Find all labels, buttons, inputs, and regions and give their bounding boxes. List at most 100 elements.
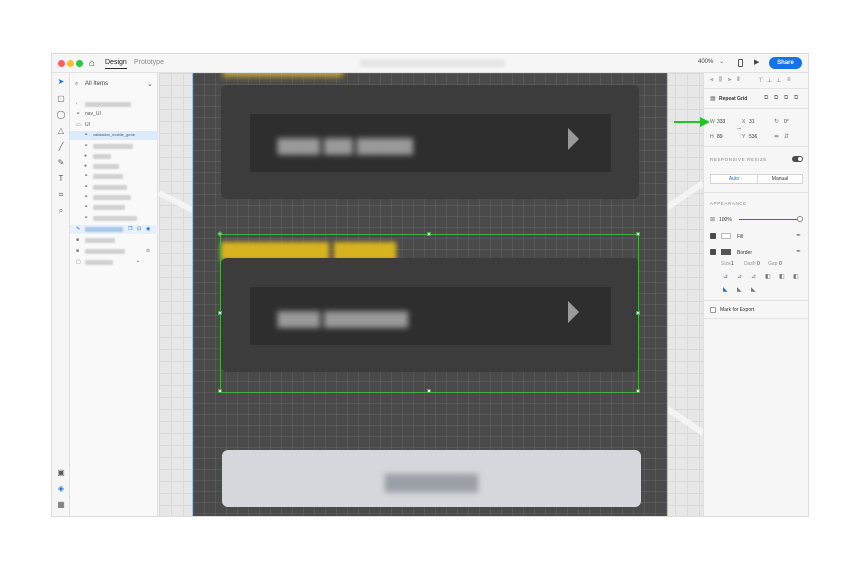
assets-icon[interactable]: ▣ [56, 468, 66, 478]
lock-icon[interactable]: ▪ [137, 259, 139, 265]
cap-round-icon[interactable]: ◣ [737, 286, 742, 293]
pen-tool-icon[interactable]: ✎ [56, 158, 66, 168]
resize-handle[interactable] [636, 389, 640, 393]
slider-thumb[interactable] [797, 216, 803, 222]
resize-auto-button[interactable]: Auto [711, 175, 757, 183]
tab-design[interactable]: Design [105, 58, 127, 69]
resize-manual-button[interactable]: Manual [757, 175, 802, 183]
breadcrumb[interactable]: ‹ [70, 100, 158, 109]
chevron-down-icon[interactable]: ⌄ [147, 80, 153, 88]
rotate-handle[interactable] [217, 231, 223, 237]
distribute-icon[interactable]: ⫴ [737, 77, 740, 84]
join-miter-icon[interactable]: ◧ [765, 273, 771, 280]
device-preview-icon[interactable] [738, 59, 743, 67]
fill-checkbox[interactable] [710, 233, 716, 239]
maximize-window-button[interactable] [76, 60, 83, 67]
list-item[interactable]: ■ ⊘ [70, 247, 158, 256]
join-round-icon[interactable]: ◧ [779, 273, 785, 280]
cap-butt-icon[interactable]: ◣ [723, 286, 728, 293]
edit-icon[interactable]: ✎ [76, 226, 80, 232]
align-center-icon[interactable]: ⫼ [719, 77, 722, 84]
x-input[interactable]: 31 [749, 119, 755, 125]
layers-filter[interactable]: All Items [85, 81, 108, 87]
minimize-window-button[interactable] [67, 60, 74, 67]
responsive-resize-toggle[interactable] [792, 156, 803, 162]
lock-aspect-icon[interactable]: ⊸ [737, 126, 741, 132]
home-icon[interactable]: ⌂ [89, 58, 95, 69]
list-item[interactable]: ⚭ nav_UI [70, 110, 158, 119]
polygon-tool-icon[interactable]: △ [56, 126, 66, 136]
flip-vertical-icon[interactable]: ⇵ [784, 133, 789, 140]
text-tool-icon[interactable]: T [56, 174, 66, 184]
y-input[interactable]: 536 [749, 134, 757, 140]
eyedropper-icon[interactable]: ✒ [796, 232, 801, 239]
eye-icon[interactable]: ◉ [146, 226, 150, 232]
select-tool-icon[interactable]: ➤ [56, 77, 66, 87]
border-dash-input[interactable]: 0 [757, 261, 760, 267]
chevron-left-icon[interactable]: ‹ [76, 101, 78, 107]
chevron-down-icon[interactable]: ⌄ [719, 58, 724, 65]
mark-for-export-checkbox[interactable] [710, 307, 716, 313]
submit-button[interactable]: ▆▆▆▆▆▆ [222, 450, 641, 507]
tab-prototype[interactable]: Prototype [134, 58, 164, 68]
line-tool-icon[interactable]: ╱ [56, 142, 66, 152]
resize-handle[interactable] [427, 389, 431, 393]
list-item[interactable]: ▢ ▪ [70, 258, 158, 267]
align-middle-icon[interactable]: ⊥ [767, 77, 772, 84]
artboard-tool-icon[interactable]: ⌗ [56, 190, 66, 200]
align-top-icon[interactable]: ⊤ [758, 77, 763, 84]
list-item[interactable]: ● [70, 152, 158, 161]
flip-horizontal-icon[interactable]: ⇹ [774, 133, 779, 140]
list-item[interactable]: ■ [70, 236, 158, 245]
width-input[interactable]: 333 [717, 119, 725, 125]
zoom-tool-icon[interactable]: ⌕ [56, 206, 66, 216]
resize-handle[interactable] [427, 232, 431, 236]
cap-square-icon[interactable]: ◣ [751, 286, 756, 293]
list-item[interactable]: ▭ UI [70, 121, 158, 130]
opacity-input[interactable]: 100% [719, 217, 732, 223]
eyedropper-icon[interactable]: ✒ [796, 248, 801, 255]
duplicate-icon[interactable]: ❐ [128, 226, 132, 232]
share-button[interactable]: Share [769, 57, 802, 69]
border-checkbox[interactable] [710, 249, 716, 255]
stroke-center-icon[interactable]: ⊿ [737, 273, 742, 280]
list-item[interactable]: ⚭ [70, 214, 158, 223]
stroke-inside-icon[interactable]: ⊿ [723, 273, 728, 280]
border-gap-input[interactable]: 0 [779, 261, 782, 267]
design-canvas[interactable]: ▆▆▆ ▆▆ ▆▆▆▆ ▆▆▆▆▆▆▆ ▆▆▆▆ ▆▆▆ ▆▆▆▆▆▆ ▆▆▆▆… [159, 73, 703, 516]
height-input[interactable]: 89 [717, 134, 723, 140]
boolean-subtract-icon[interactable]: ⧉ [774, 95, 778, 102]
eye-hidden-icon[interactable]: ⊘ [146, 248, 150, 254]
layers-icon[interactable]: ◈ [56, 484, 66, 494]
opacity-slider[interactable] [739, 216, 803, 222]
align-left-icon[interactable]: ⫷ [710, 77, 713, 84]
align-bottom-icon[interactable]: ⊥ [776, 77, 781, 84]
list-item[interactable]: ● [70, 162, 158, 171]
plugins-icon[interactable]: ▦ [56, 500, 66, 510]
search-icon[interactable]: ⌕ [75, 81, 78, 88]
list-item-selected[interactable]: ⚭ validation_mobile_gene [70, 131, 158, 140]
border-swatch[interactable] [721, 249, 731, 255]
list-item[interactable]: ⚭ [70, 172, 158, 181]
resize-handle[interactable] [218, 311, 222, 315]
list-item[interactable]: ⚭ [70, 203, 158, 212]
boolean-exclude-icon[interactable]: ⧉ [794, 95, 798, 102]
repeat-grid-button[interactable]: Repeat Grid [719, 96, 747, 102]
resize-handle[interactable] [636, 311, 640, 315]
selection-bounding-box[interactable] [217, 231, 640, 393]
stroke-outside-icon[interactable]: ⊿ [751, 273, 756, 280]
list-item[interactable]: ⚭ [70, 183, 158, 192]
resize-handle[interactable] [218, 389, 222, 393]
boolean-intersect-icon[interactable]: ⧉ [784, 95, 788, 102]
list-item-hover[interactable]: ✎ ❐ ⊡ ◉ [70, 225, 158, 234]
distribute-vertical-icon[interactable]: ≡ [787, 77, 791, 83]
dropdown-field[interactable]: ▆▆▆ ▆▆ ▆▆▆▆ [250, 114, 611, 172]
rectangle-tool-icon[interactable]: ▢ [56, 94, 66, 104]
border-size-input[interactable]: 1 [731, 261, 734, 267]
join-bevel-icon[interactable]: ◧ [793, 273, 799, 280]
boolean-add-icon[interactable]: ⧉ [764, 95, 768, 102]
ellipse-tool-icon[interactable]: ◯ [56, 110, 66, 120]
play-icon[interactable]: ▶ [754, 58, 759, 66]
list-item[interactable]: ⚭ [70, 142, 158, 151]
lock-icon[interactable]: ⊡ [137, 226, 141, 232]
